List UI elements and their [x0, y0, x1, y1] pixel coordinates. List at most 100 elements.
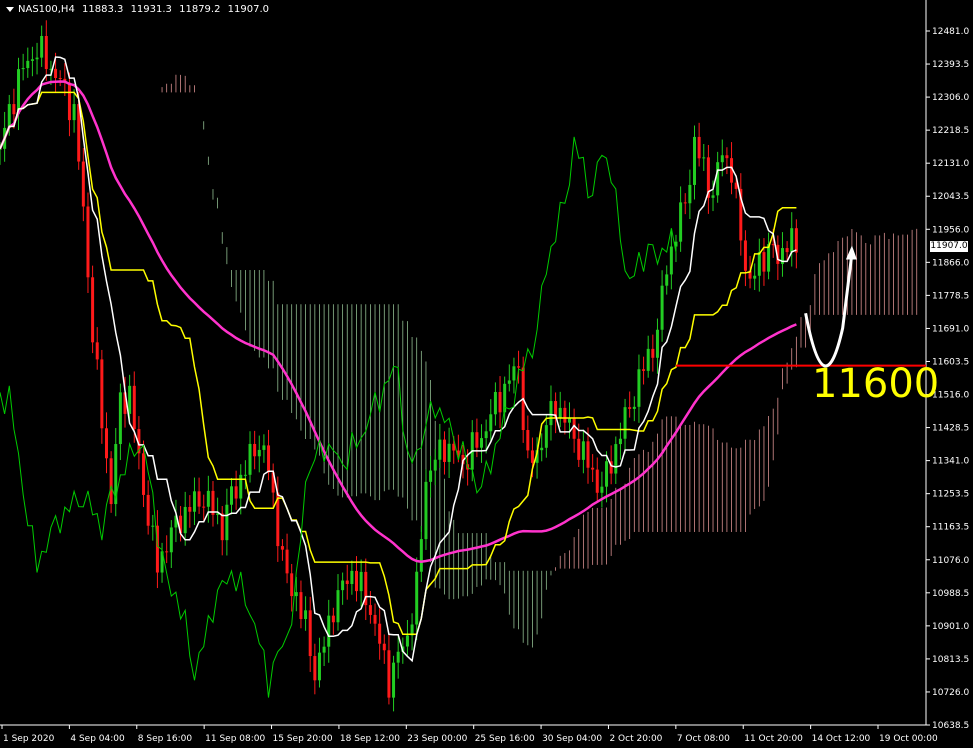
candle-body	[220, 513, 224, 541]
candle-body	[35, 57, 39, 60]
candle-body	[142, 453, 146, 495]
y-tick-label: 11076.0	[932, 556, 969, 566]
candle-body	[628, 407, 632, 409]
current-price-tag: 11907.0	[930, 241, 968, 252]
candle-body	[720, 155, 724, 163]
candle-body	[262, 445, 266, 450]
candle-body	[517, 366, 521, 368]
candle-body	[91, 277, 95, 343]
candle-body	[104, 428, 108, 459]
x-tick-label: 23 Sep 00:00	[407, 734, 467, 744]
candle-body	[54, 68, 58, 78]
candle-body	[595, 469, 599, 493]
candle-body	[285, 549, 289, 574]
candle-body	[239, 474, 243, 499]
y-tick-label: 11778.5	[932, 291, 969, 301]
candle-body	[382, 643, 386, 651]
candle-body	[697, 136, 701, 159]
candle-body	[480, 438, 484, 448]
candle-body	[336, 590, 340, 623]
candle-body	[387, 650, 391, 698]
candle-body	[118, 392, 122, 445]
candle-body	[165, 551, 169, 553]
close-value: 11907.0	[227, 4, 270, 15]
candle-body	[794, 228, 798, 253]
y-tick-label: 10901.0	[932, 622, 969, 632]
y-tick-label: 12218.5	[932, 126, 969, 136]
candle-body	[419, 539, 423, 572]
x-tick-label: 11 Oct 20:00	[744, 734, 803, 744]
candle-body	[304, 610, 308, 620]
candle-body	[702, 157, 706, 159]
candle-body	[7, 104, 11, 128]
symbol-label: NAS100,H4	[18, 4, 75, 15]
candle-body	[109, 458, 113, 505]
candle-body	[433, 459, 437, 471]
candle-body	[632, 406, 636, 409]
candle-body	[679, 202, 683, 242]
y-tick-label: 10638.5	[932, 721, 969, 731]
candle-body	[540, 447, 544, 451]
y-tick-label: 10988.5	[932, 589, 969, 599]
candle-body	[151, 525, 155, 527]
candle-body	[438, 439, 442, 460]
candle-body	[322, 646, 326, 653]
candle-body	[743, 240, 747, 271]
candle-body	[651, 348, 655, 358]
y-tick-label: 11163.5	[932, 523, 969, 533]
candle-body	[530, 450, 534, 463]
candle-body	[40, 35, 44, 58]
candle-body	[577, 438, 581, 460]
candle-body	[693, 136, 696, 185]
candle-body	[308, 610, 312, 657]
candle-body	[429, 470, 433, 482]
candle-body	[484, 431, 488, 439]
candle-body	[192, 491, 196, 512]
candle-body	[572, 418, 576, 439]
candle-body	[660, 285, 664, 330]
candle-body	[355, 570, 359, 592]
candle-body	[253, 443, 257, 457]
x-tick-label: 25 Sep 16:00	[475, 734, 535, 744]
y-tick-label: 10813.5	[932, 655, 969, 665]
candle-body	[790, 228, 794, 253]
candle-body	[669, 246, 673, 275]
candle-body	[498, 391, 502, 413]
candle-body	[762, 252, 766, 272]
y-tick-label: 11428.5	[932, 424, 969, 434]
candle-body	[206, 490, 210, 507]
candle-body	[331, 615, 335, 623]
x-tick-label: 30 Sep 04:00	[542, 734, 602, 744]
candle-body	[202, 506, 206, 508]
candle-body	[614, 444, 618, 474]
candle-body	[81, 161, 85, 207]
candle-body	[234, 486, 238, 499]
candle-body	[586, 441, 590, 468]
candle-body	[183, 506, 187, 534]
candle-body	[345, 580, 349, 585]
candle-body	[665, 274, 669, 286]
level-annotation: 11600	[812, 361, 940, 407]
candle-body	[544, 425, 548, 448]
candle-body	[188, 506, 192, 512]
dropdown-triangle-icon[interactable]	[6, 6, 14, 12]
candle-body	[30, 59, 34, 61]
candle-body	[785, 248, 789, 253]
y-tick-label: 12481.0	[932, 27, 969, 37]
candle-body	[378, 623, 382, 644]
candle-body	[257, 449, 261, 457]
candle-body	[290, 573, 294, 597]
x-tick-label: 19 Oct 00:00	[879, 734, 938, 744]
candle-body	[373, 614, 377, 624]
candle-body	[225, 504, 229, 541]
candle-body	[711, 195, 715, 198]
x-tick-label: 18 Sep 12:00	[340, 734, 400, 744]
candle-body	[767, 244, 771, 272]
candle-body	[44, 35, 48, 70]
candle-body	[558, 407, 562, 419]
candle-body	[327, 615, 331, 647]
y-tick-label: 11341.0	[932, 457, 969, 467]
candle-body	[17, 69, 21, 115]
candle-body	[549, 401, 553, 426]
y-tick-label: 12043.5	[932, 192, 969, 202]
